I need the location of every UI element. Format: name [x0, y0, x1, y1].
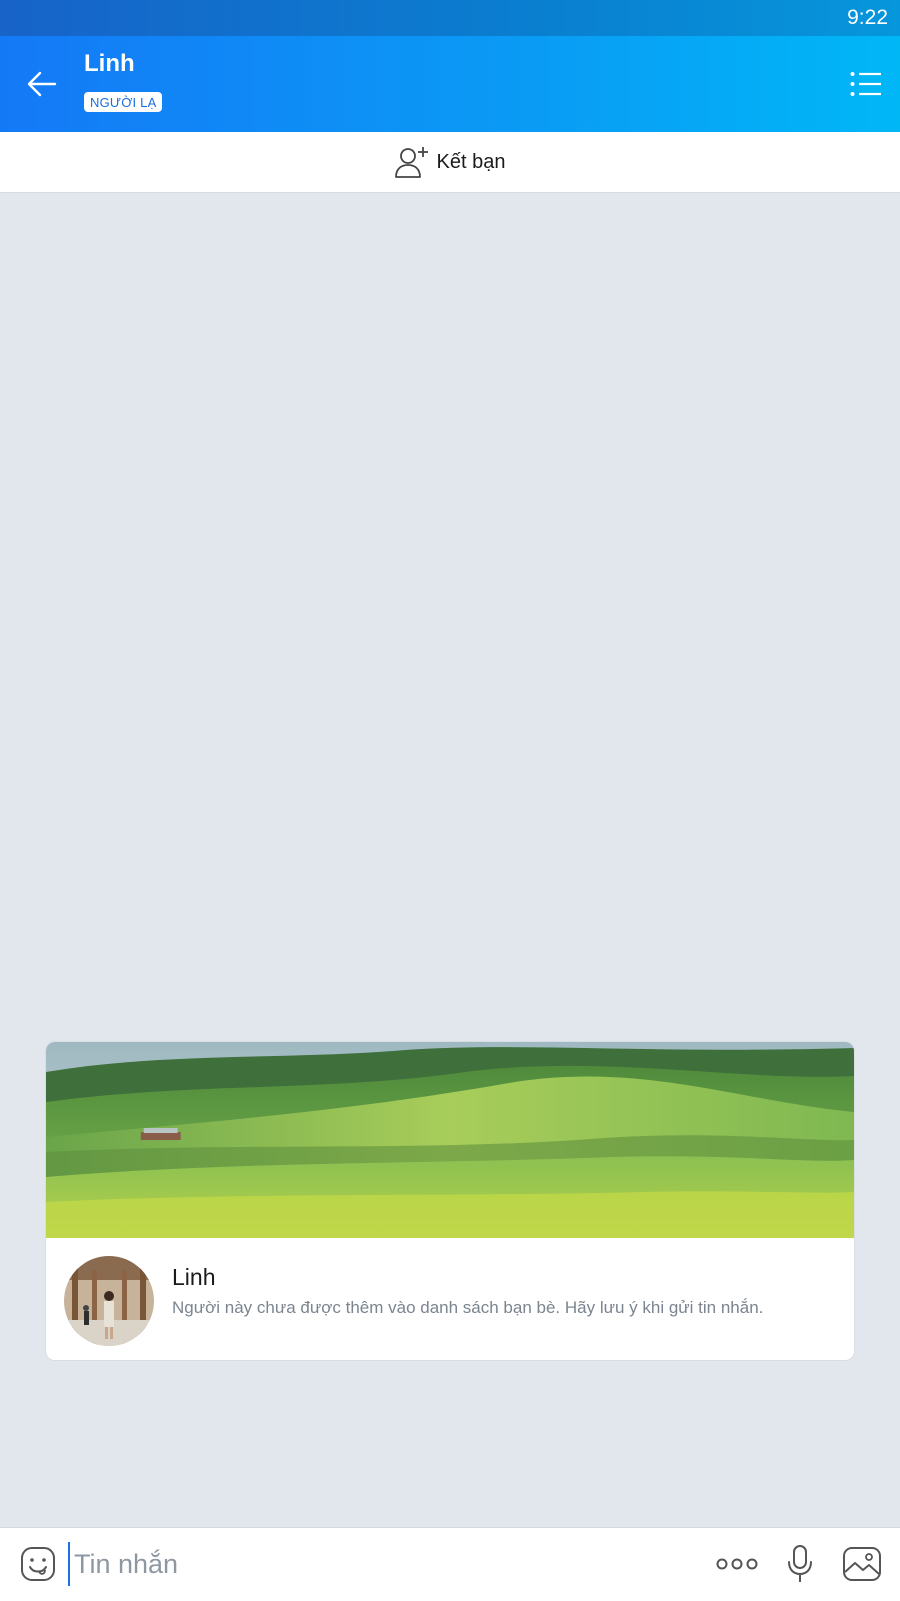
message-input[interactable] — [68, 1542, 688, 1586]
stranger-badge: NGƯỜI LẠ — [84, 92, 163, 112]
card-contact-name: Linh — [172, 1264, 216, 1290]
card-warning-note: Người này chưa được thêm vào danh sách b… — [172, 1298, 764, 1317]
chat-header: Linh NGƯỜI LẠ — [0, 36, 900, 132]
add-person-icon — [394, 147, 428, 178]
avatar-photo — [64, 1256, 154, 1346]
message-composer — [0, 1527, 900, 1601]
arrow-left-icon — [27, 71, 57, 97]
menu-button[interactable] — [846, 66, 886, 102]
emoji-button[interactable] — [18, 1544, 58, 1584]
microphone-icon — [788, 1545, 812, 1582]
contact-avatar[interactable] — [64, 1256, 154, 1346]
image-icon — [843, 1547, 881, 1581]
contact-name-title[interactable]: Linh — [84, 50, 135, 78]
emoji-icon — [21, 1547, 55, 1581]
more-dots-icon — [716, 1558, 758, 1570]
back-button[interactable] — [20, 62, 64, 106]
more-button[interactable] — [714, 1546, 760, 1582]
voice-button[interactable] — [780, 1542, 820, 1586]
image-button[interactable] — [838, 1542, 886, 1586]
add-friend-button[interactable]: Kết bạn — [394, 145, 506, 179]
status-time: 9:22 — [847, 6, 888, 29]
status-bar: 9:22 — [0, 0, 900, 36]
stranger-profile-card[interactable]: Linh Người này chưa được thêm vào danh s… — [45, 1041, 855, 1361]
add-friend-bar: Kết bạn — [0, 132, 900, 193]
list-menu-icon — [850, 72, 881, 96]
add-friend-label: Kết bạn — [436, 150, 506, 173]
cover-photo — [46, 1042, 854, 1238]
